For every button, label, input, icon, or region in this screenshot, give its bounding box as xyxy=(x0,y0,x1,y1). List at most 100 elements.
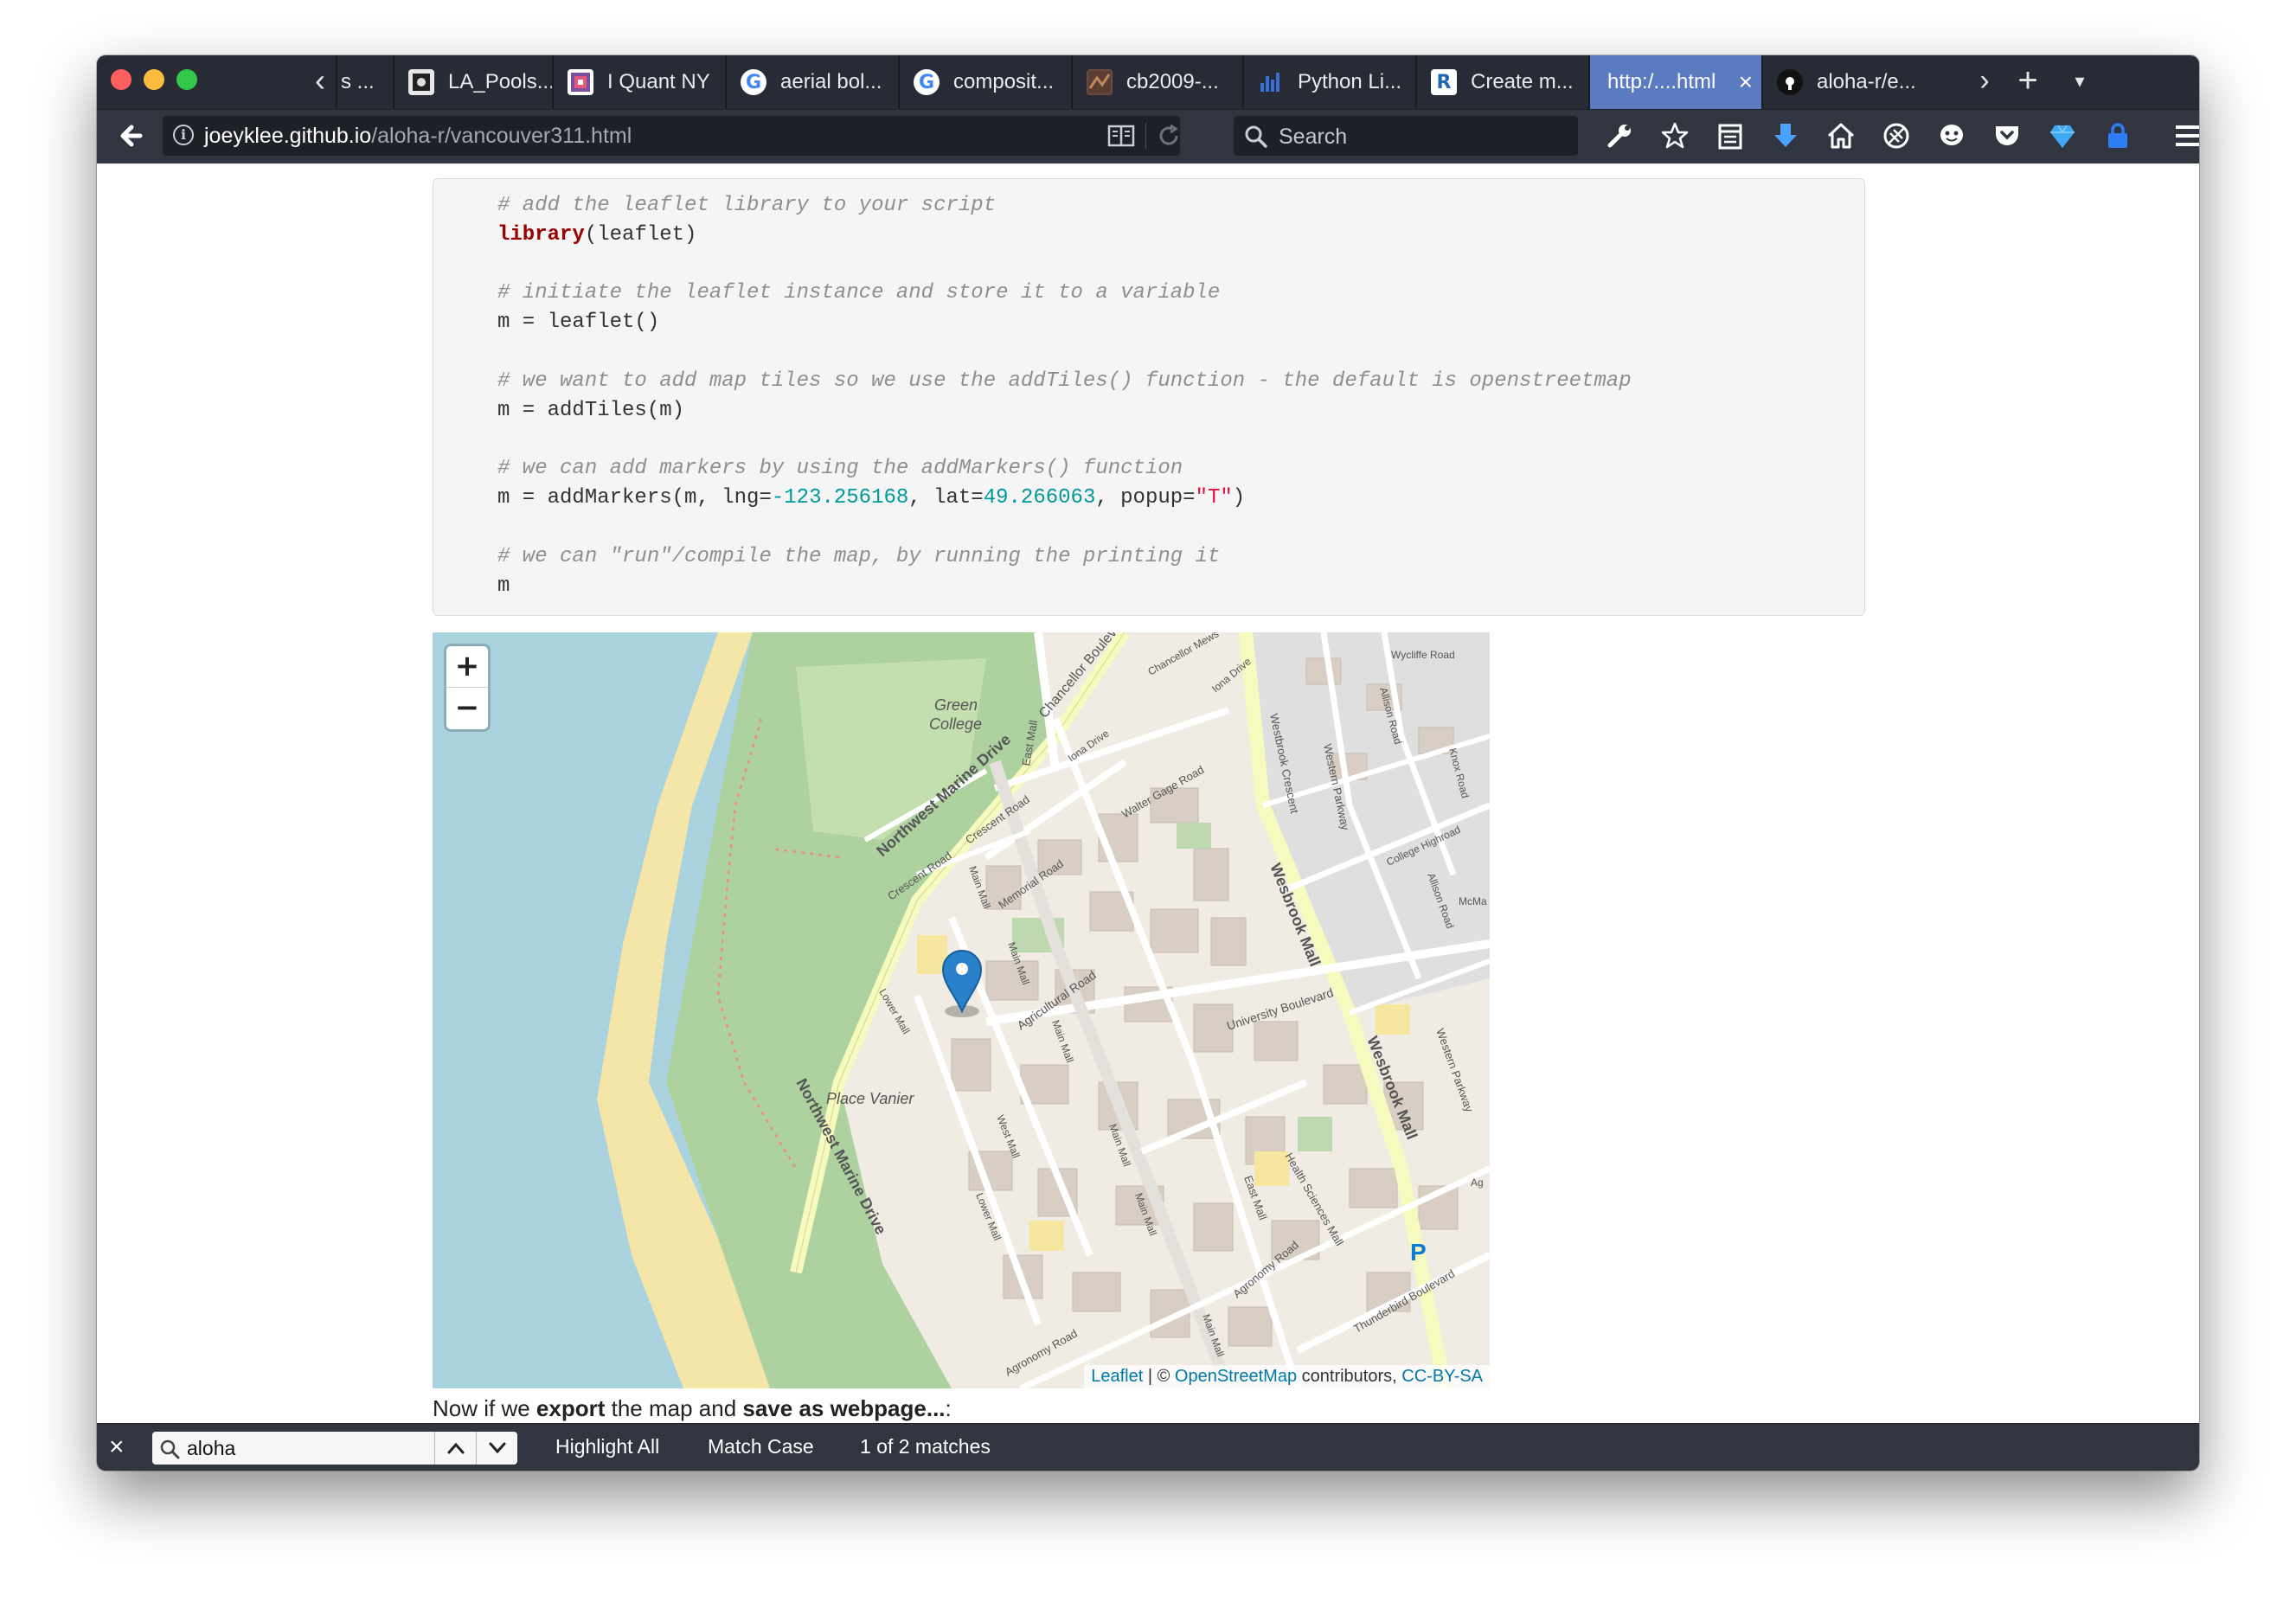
code-line: m = addTiles(m) xyxy=(497,399,685,422)
list-all-tabs-button[interactable]: ▾ xyxy=(2059,55,2100,109)
pocket-icon[interactable] xyxy=(1979,115,2035,157)
openstreetmap-link[interactable]: OpenStreetMap xyxy=(1175,1367,1297,1386)
find-bar: × aloha Highlight All Match Case 1 of 2 … xyxy=(97,1423,2199,1471)
map-attribution: Leaflet | © OpenStreetMap contributors, … xyxy=(1084,1365,1490,1388)
code-line: library(leaflet) xyxy=(497,223,696,247)
find-next-button[interactable] xyxy=(476,1432,517,1465)
find-query: aloha xyxy=(187,1437,236,1459)
minimize-window-button[interactable] xyxy=(144,69,164,90)
license-link[interactable]: CC-BY-SA xyxy=(1401,1367,1483,1386)
tab-label: composit... xyxy=(953,70,1055,93)
zoom-in-button[interactable]: + xyxy=(446,646,488,688)
zoom-window-button[interactable] xyxy=(176,69,197,90)
tab-cb2009[interactable]: cb2009-... xyxy=(1071,55,1242,109)
reader-view-icon[interactable] xyxy=(1107,123,1135,153)
tab-strip: ‹ s ... LA_Pools... I Quant NY G aerial … xyxy=(97,55,2199,109)
match-case-button[interactable]: Match Case xyxy=(708,1435,814,1458)
find-input[interactable]: aloha xyxy=(152,1432,434,1465)
info-icon[interactable]: i xyxy=(173,125,194,145)
parking-label: P xyxy=(1410,1239,1427,1266)
tab-label: s ... xyxy=(341,70,375,93)
map-tiles[interactable]: Green College Chancellor Boulevard Chanc… xyxy=(433,632,1490,1388)
paragraph-text: the map and xyxy=(605,1395,743,1421)
code-comment: # add the leaflet library to your script xyxy=(497,194,997,217)
chart-icon xyxy=(1258,69,1284,95)
tab-create-m[interactable]: R Create m... xyxy=(1415,55,1588,109)
navigation-bar: i joeyklee.github.io/aloha-r/vancouver31… xyxy=(97,109,2199,164)
map-thumbnail-icon xyxy=(1087,69,1113,95)
highlight-all-button[interactable]: Highlight All xyxy=(555,1435,659,1458)
code-string: "T" xyxy=(1195,486,1233,510)
bookmark-star-icon[interactable] xyxy=(1647,115,1703,157)
search-placeholder: Search xyxy=(1279,125,1348,149)
map-label: College xyxy=(929,715,982,733)
tab-iquantny[interactable]: I Quant NY xyxy=(552,55,725,109)
tab-composit[interactable]: G composit... xyxy=(898,55,1071,109)
code-number: -123.256168 xyxy=(771,486,909,510)
attribution-text: contributors, xyxy=(1297,1367,1402,1386)
map-label: Wycliffe Road xyxy=(1391,649,1455,661)
gem-icon[interactable] xyxy=(2035,115,2090,157)
close-tab-icon[interactable]: × xyxy=(1723,68,1753,96)
leaflet-map[interactable]: Green College Chancellor Boulevard Chanc… xyxy=(433,632,1490,1388)
code-comment: # initiate the leaflet instance and stor… xyxy=(497,281,1221,304)
github-icon xyxy=(1777,69,1803,95)
map-label: Green xyxy=(934,696,978,714)
find-close-button[interactable]: × xyxy=(109,1433,125,1462)
tab-active-vancouver311[interactable]: http:/....html × xyxy=(1588,55,1761,109)
url-domain: joeyklee.github.io xyxy=(204,124,372,148)
url-path: /aloha-r/vancouver311.html xyxy=(371,124,632,148)
download-icon[interactable] xyxy=(1758,115,1813,157)
emoji-icon[interactable] xyxy=(1924,115,1979,157)
tab-label: Python Li... xyxy=(1298,70,1402,93)
tracking-protection-icon[interactable] xyxy=(1869,115,1924,157)
reload-icon[interactable] xyxy=(1156,123,1182,153)
paragraph-bold: export xyxy=(536,1395,606,1421)
tab-aloha-r[interactable]: aloha-r/e... xyxy=(1761,55,1931,109)
wrench-icon[interactable] xyxy=(1592,115,1647,157)
tab-label: LA_Pools... xyxy=(448,70,552,93)
find-status: 1 of 2 matches xyxy=(860,1435,991,1458)
tab-partial[interactable]: s ... xyxy=(336,55,393,109)
zoom-out-button[interactable]: − xyxy=(446,688,488,729)
address-bar[interactable]: i joeyklee.github.io/aloha-r/vancouver31… xyxy=(163,116,1180,156)
page-content: # add the leaflet library to your script… xyxy=(97,163,2199,1423)
menu-icon[interactable] xyxy=(2161,115,2199,157)
tab-python-li[interactable]: Python Li... xyxy=(1242,55,1415,109)
code-text: ) xyxy=(1232,486,1246,510)
new-tab-button[interactable]: + xyxy=(2007,55,2049,109)
tab-scroll-left-button[interactable]: ‹ xyxy=(305,55,336,109)
paragraph-text: : xyxy=(945,1395,952,1421)
tab-label: aloha-r/e... xyxy=(1817,70,1916,93)
tab-scroll-right-button[interactable]: › xyxy=(1966,55,2004,109)
iquantny-icon xyxy=(568,69,593,95)
code-text: (leaflet) xyxy=(584,223,697,247)
code-number: 49.266063 xyxy=(983,486,1096,510)
find-previous-button[interactable] xyxy=(434,1432,476,1465)
map-label: Ag xyxy=(1471,1176,1484,1189)
chevron-up-icon xyxy=(447,1442,464,1454)
paragraph-export: Now if we export the map and save as web… xyxy=(433,1395,952,1422)
tab-aerial-bol[interactable]: G aerial bol... xyxy=(725,55,898,109)
zoom-control: + − xyxy=(446,646,488,729)
paragraph-bold: save as webpage... xyxy=(742,1395,946,1421)
map-label: McMa xyxy=(1459,895,1487,907)
url-separator xyxy=(1145,123,1146,149)
close-window-button[interactable] xyxy=(111,69,131,90)
leaflet-link[interactable]: Leaflet xyxy=(1091,1367,1143,1386)
code-line: m = addMarkers(m, lng=-123.256168, lat=4… xyxy=(497,486,1245,510)
tab-label: I Quant NY xyxy=(607,70,710,93)
back-arrow-icon[interactable] xyxy=(114,117,152,155)
reading-list-icon[interactable] xyxy=(1703,115,1758,157)
home-icon[interactable] xyxy=(1813,115,1869,157)
code-comment: # we can add markers by using the addMar… xyxy=(497,457,1183,480)
url-text[interactable]: joeyklee.github.io/aloha-r/vancouver311.… xyxy=(204,124,632,149)
search-bar[interactable]: Search xyxy=(1234,116,1578,156)
paragraph-text: Now if we xyxy=(433,1395,536,1421)
lock-icon[interactable] xyxy=(2090,115,2145,157)
tab-la-pools[interactable]: LA_Pools... xyxy=(393,55,552,109)
tab-label: http:/....html xyxy=(1607,70,1716,93)
code-text: m = addMarkers(m, lng= xyxy=(497,486,772,510)
search-icon xyxy=(159,1439,180,1464)
r-logo-icon: R xyxy=(1431,69,1457,95)
